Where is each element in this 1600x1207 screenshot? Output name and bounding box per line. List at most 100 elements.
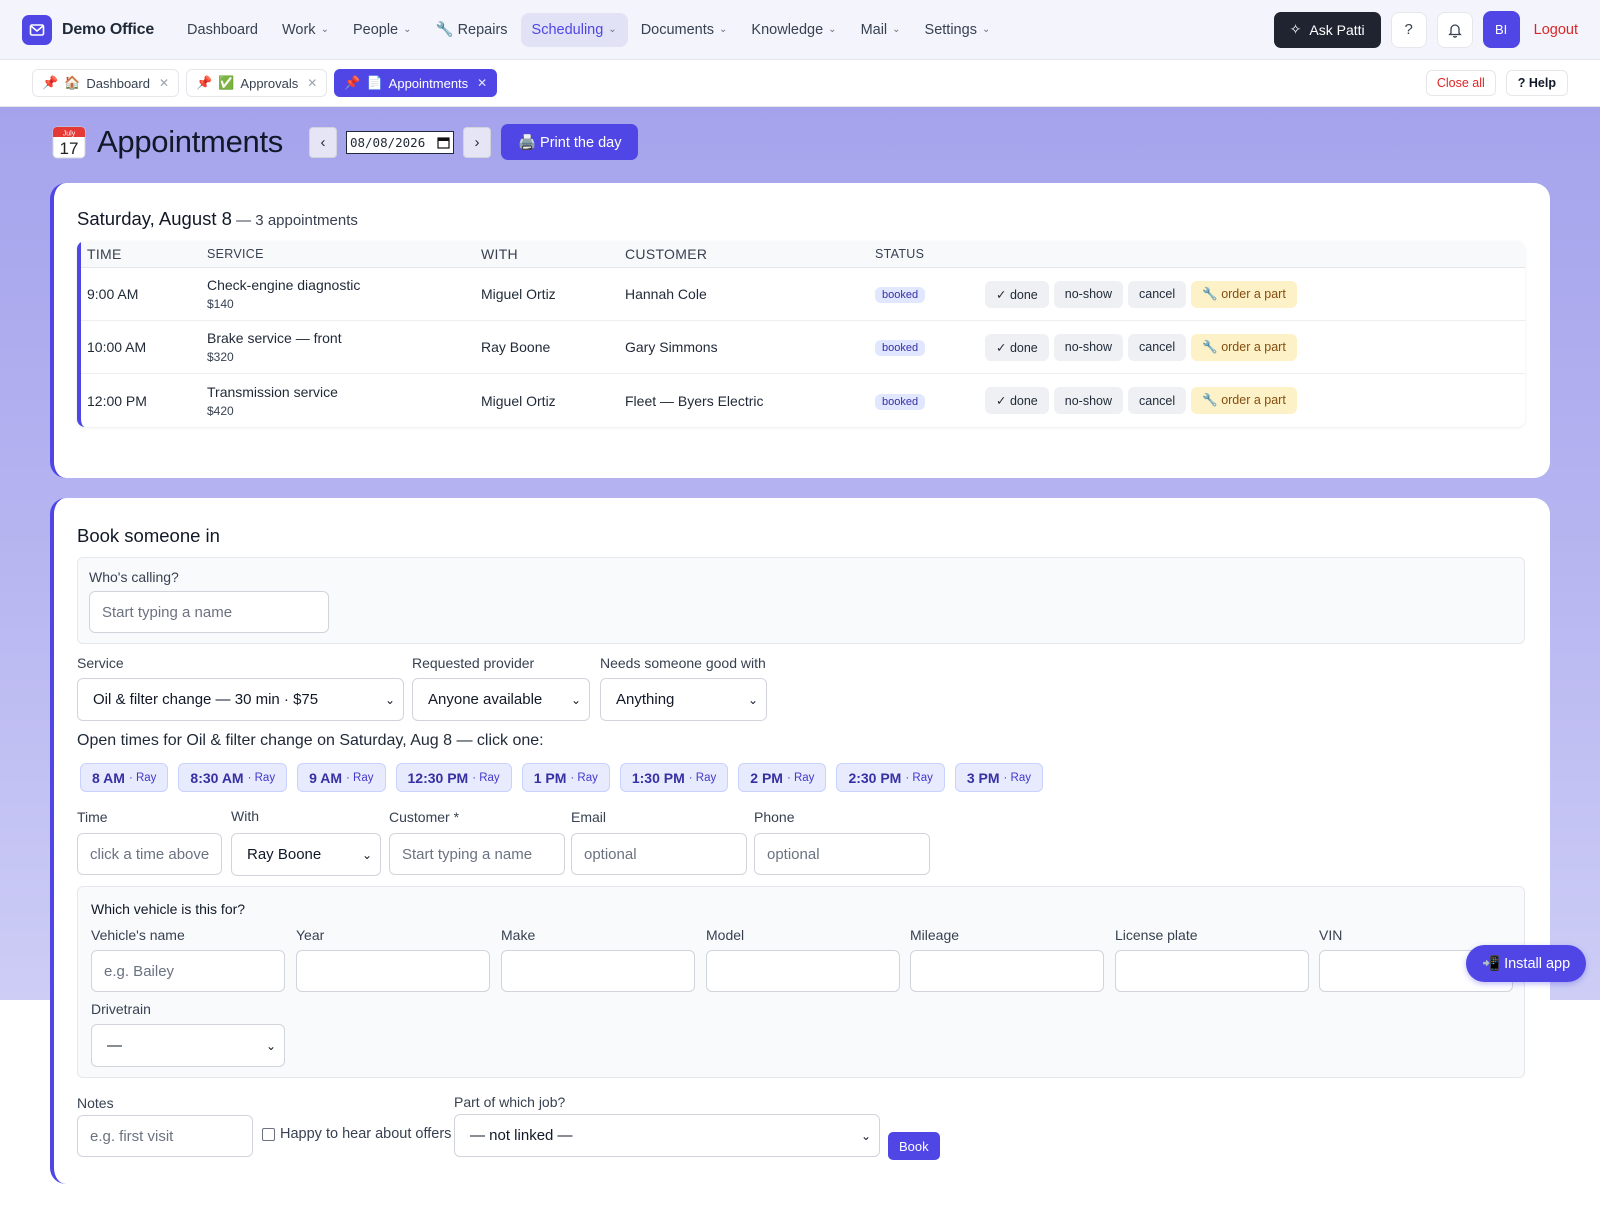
caller-section: Who's calling? Start typing a name <box>77 557 1525 644</box>
avatar[interactable]: BI <box>1482 11 1520 48</box>
appt-status: booked <box>875 285 985 303</box>
nav-dashboard[interactable]: Dashboard <box>176 13 269 47</box>
offers-checkbox-row[interactable]: Happy to hear about offers <box>262 1126 451 1142</box>
job-select[interactable]: — not linked — ⌄ <box>454 1114 880 1157</box>
slot-provider: · Ray <box>786 771 815 784</box>
service-select[interactable]: Oil & filter change — 30 min · $75 ⌄ <box>77 678 404 721</box>
mail-logo-icon[interactable] <box>22 14 52 45</box>
order-part-button[interactable]: 🔧 order a part <box>1191 280 1297 308</box>
nav-label: Documents <box>640 21 715 38</box>
make-input[interactable] <box>501 950 695 992</box>
close-icon[interactable]: ✕ <box>477 76 487 90</box>
done-button[interactable]: ✓ done <box>985 280 1049 308</box>
no-show-button[interactable]: no-show <box>1053 333 1124 361</box>
vehicle-name-input[interactable]: e.g. Bailey <box>91 950 285 992</box>
cancel-button[interactable]: cancel <box>1128 333 1187 361</box>
nav-knowledge[interactable]: Knowledge ⌄ <box>740 13 847 47</box>
help-button[interactable]: ? <box>1390 11 1427 48</box>
brand-name[interactable]: Demo Office <box>62 21 154 39</box>
done-button[interactable]: ✓ done <box>985 387 1049 414</box>
slot-time: 2:30 PM <box>848 769 902 786</box>
chevron-down-icon: ⌄ <box>608 24 617 35</box>
offers-checkbox[interactable] <box>262 1127 275 1141</box>
caller-search-input[interactable]: Start typing a name <box>89 591 329 633</box>
next-day-button[interactable]: › <box>462 126 491 158</box>
logout-link[interactable]: Logout <box>1534 22 1578 38</box>
date-input[interactable]: 08/08/2026 <box>345 130 454 154</box>
time-slot[interactable]: 2:30 PM · Ray <box>836 763 945 792</box>
calendar-picker-icon[interactable] <box>437 136 450 149</box>
print-day-button[interactable]: 🖨️ Print the day <box>500 124 639 160</box>
license-plate-input[interactable] <box>1115 950 1309 992</box>
time-slot[interactable]: 2 PM · Ray <box>738 763 827 792</box>
sparkle-icon: ✧ <box>1289 21 1302 37</box>
job-selected-value: — not linked — <box>470 1127 573 1144</box>
skill-select[interactable]: Anything ⌄ <box>600 678 767 721</box>
ask-patti-button[interactable]: ✧ Ask Patti <box>1273 11 1381 48</box>
tab-dashboard[interactable]: 📌 🏠 Dashboard ✕ <box>32 69 180 97</box>
nav-settings[interactable]: Settings ⌄ <box>914 13 1002 47</box>
table-row: 12:00 PM Transmission service $420 Migue… <box>81 374 1525 427</box>
order-part-button[interactable]: 🔧 order a part <box>1191 333 1297 361</box>
nav-work[interactable]: Work ⌄ <box>271 13 340 47</box>
no-show-button[interactable]: no-show <box>1053 387 1124 414</box>
done-button[interactable]: ✓ done <box>985 333 1049 361</box>
nav-repairs[interactable]: 🔧 Repairs <box>425 12 519 47</box>
model-input[interactable] <box>706 950 900 992</box>
nav-documents[interactable]: Documents ⌄ <box>630 13 739 47</box>
time-slot[interactable]: 8 AM · Ray <box>80 763 169 792</box>
row-actions: ✓ done no-show cancel 🔧 order a part <box>985 387 1297 414</box>
bell-icon[interactable] <box>1436 11 1473 48</box>
close-icon[interactable]: ✕ <box>159 76 169 90</box>
service-name: Check-engine diagnostic <box>207 277 361 293</box>
chevron-down-icon: ⌄ <box>384 692 395 707</box>
chevron-down-icon: ⌄ <box>892 24 901 35</box>
book-button[interactable]: Book <box>888 1132 940 1160</box>
cancel-button[interactable]: cancel <box>1128 280 1187 308</box>
nav-label: Work <box>281 21 316 38</box>
vehicle-heading: Which vehicle is this for? <box>91 901 246 917</box>
nav-label: Dashboard <box>187 21 258 38</box>
tab-approvals[interactable]: 📌 ✅ Approvals ✕ <box>186 69 328 97</box>
time-slot[interactable]: 8:30 AM · Ray <box>178 763 288 792</box>
top-nav: Demo Office Dashboard Work ⌄ People ⌄ 🔧 Re… <box>0 0 1600 60</box>
provider-select[interactable]: Anyone available ⌄ <box>412 678 590 721</box>
check-icon: ✅ <box>218 75 235 90</box>
appt-service: Check-engine diagnostic $140 <box>207 277 481 311</box>
skill-selected-value: Anything <box>616 691 675 708</box>
slot-time: 9 AM <box>309 769 343 786</box>
nav-right-group: ✧ Ask Patti ? BI Logout <box>1273 11 1578 48</box>
customer-input[interactable]: Start typing a name <box>389 833 565 875</box>
with-select[interactable]: Ray Boone ⌄ <box>231 833 381 876</box>
close-all-button[interactable]: Close all <box>1425 70 1496 96</box>
close-icon[interactable]: ✕ <box>307 76 317 90</box>
no-show-button[interactable]: no-show <box>1053 280 1124 308</box>
time-slot[interactable]: 1:30 PM · Ray <box>619 763 729 792</box>
model-label: Model <box>706 927 745 943</box>
time-input[interactable]: click a time above <box>77 833 222 875</box>
slot-provider: · Ray <box>570 771 598 784</box>
nav-scheduling[interactable]: Scheduling ⌄ <box>520 12 628 47</box>
time-slot[interactable]: 9 AM · Ray <box>297 763 386 792</box>
status-badge: booked <box>875 287 926 303</box>
notes-input[interactable]: e.g. first visit <box>77 1115 253 1157</box>
time-slot[interactable]: 3 PM · Ray <box>954 763 1044 792</box>
vin-label: VIN <box>1319 927 1343 943</box>
tab-appointments[interactable]: 📌 📄 Appointments ✕ <box>334 69 498 97</box>
phone-input[interactable]: optional <box>754 833 930 875</box>
nav-people[interactable]: People ⌄ <box>342 13 423 47</box>
year-input[interactable] <box>296 950 490 992</box>
time-slot[interactable]: 12:30 PM · Ray <box>395 763 512 792</box>
drivetrain-select[interactable]: — ⌄ <box>91 1024 285 1067</box>
prev-day-button[interactable]: ‹ <box>308 126 337 158</box>
status-badge: booked <box>875 393 926 410</box>
cancel-button[interactable]: cancel <box>1128 387 1187 414</box>
help-button[interactable]: ? Help <box>1505 70 1568 96</box>
time-slot[interactable]: 1 PM · Ray <box>521 763 610 792</box>
order-part-button[interactable]: 🔧 order a part <box>1191 387 1297 414</box>
install-app-button[interactable]: 📲 Install app <box>1466 945 1587 982</box>
email-input[interactable]: optional <box>571 833 747 875</box>
nav-mail[interactable]: Mail ⌄ <box>850 13 912 47</box>
chevron-down-icon: ⌄ <box>265 1038 276 1053</box>
mileage-input[interactable] <box>910 950 1104 992</box>
